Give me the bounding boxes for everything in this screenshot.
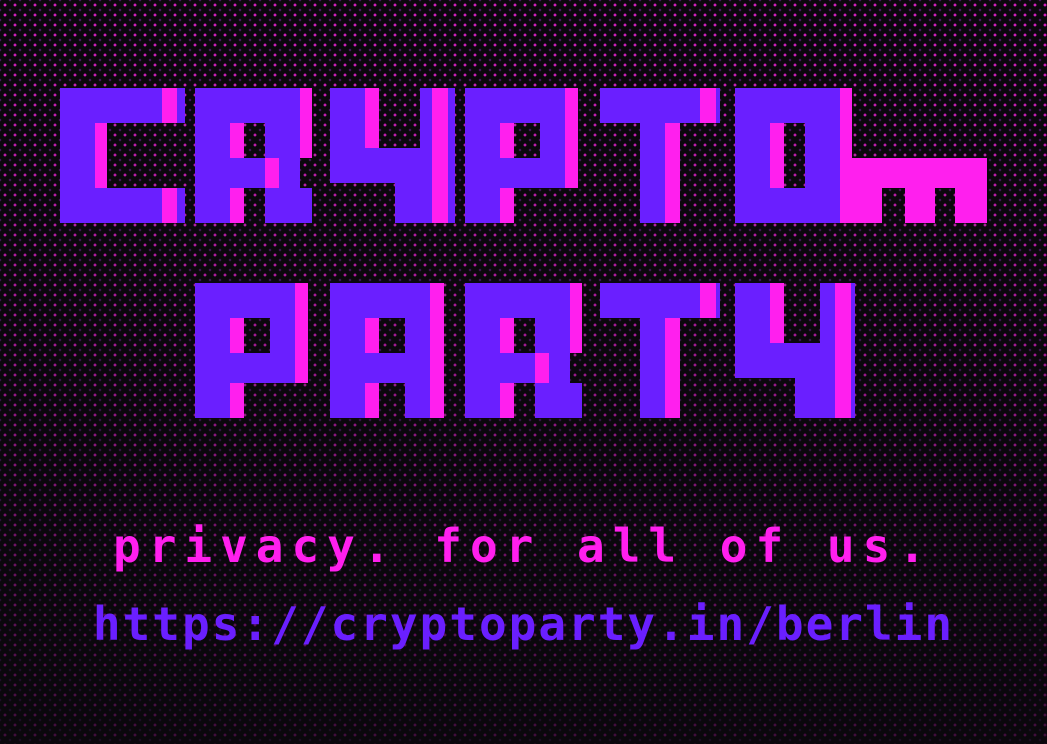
- letter-r-2: [465, 283, 582, 418]
- pixel-logo-art: [60, 88, 987, 418]
- website-url-link[interactable]: https://cryptoparty.in/berlin: [0, 596, 1047, 652]
- logo-letters-party: [195, 283, 855, 418]
- letter-small-m: [852, 158, 987, 223]
- letter-y: [330, 88, 455, 223]
- letter-o: [735, 88, 852, 223]
- letter-c: [60, 88, 185, 223]
- letter-y-2: [735, 283, 855, 418]
- letter-r: [195, 88, 312, 223]
- letter-p-2: [195, 283, 308, 418]
- letter-p: [465, 88, 578, 223]
- letter-a: [330, 283, 444, 418]
- letter-t-2: [600, 283, 720, 418]
- cryptoparty-logo: CRYPTO m PARTY: [0, 0, 1047, 440]
- logo-letters-crypto: [60, 88, 987, 223]
- letter-t: [600, 88, 720, 223]
- tagline-text: privacy. for all of us.: [113, 519, 934, 573]
